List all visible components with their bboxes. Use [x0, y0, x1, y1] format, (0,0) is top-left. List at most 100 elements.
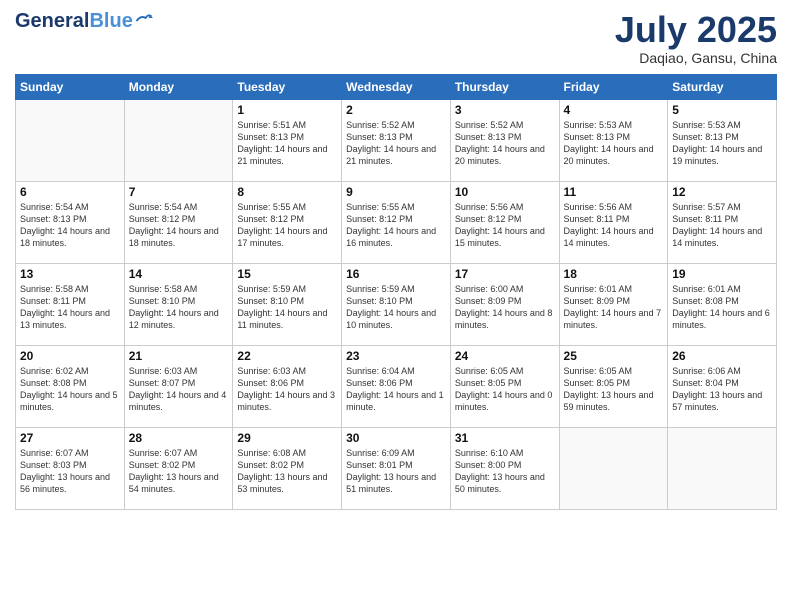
cell-info: Sunrise: 6:09 AM Sunset: 8:01 PM Dayligh… [346, 447, 446, 496]
cell-info: Sunrise: 5:57 AM Sunset: 8:11 PM Dayligh… [672, 201, 772, 250]
day-number: 11 [564, 185, 664, 199]
day-number: 20 [20, 349, 120, 363]
calendar-cell: 23Sunrise: 6:04 AM Sunset: 8:06 PM Dayli… [342, 345, 451, 427]
calendar-cell: 3 Sunrise: 5:52 AM Sunset: 8:13 PM Daylig… [450, 99, 559, 181]
weekday-header: Monday [124, 74, 233, 99]
weekday-header-row: SundayMondayTuesdayWednesdayThursdayFrid… [16, 74, 777, 99]
location-subtitle: Daqiao, Gansu, China [615, 50, 777, 66]
cell-info: Sunrise: 5:54 AM Sunset: 8:12 PM Dayligh… [129, 201, 229, 250]
calendar-week-row: 20 Sunrise: 6:02 AM Sunset: 8:08 PM Dayli… [16, 345, 777, 427]
calendar-cell: 14 Sunrise: 5:58 AM Sunset: 8:10 PM Dayli… [124, 263, 233, 345]
calendar-cell: 15Sunrise: 5:59 AM Sunset: 8:10 PM Dayli… [233, 263, 342, 345]
calendar-cell [124, 99, 233, 181]
weekday-header: Sunday [16, 74, 125, 99]
calendar-week-row: 13Sunrise: 5:58 AM Sunset: 8:11 PM Dayli… [16, 263, 777, 345]
cell-info: Sunrise: 5:52 AM Sunset: 8:13 PM Dayligh… [346, 119, 446, 168]
day-number: 7 [129, 185, 229, 199]
weekday-header: Wednesday [342, 74, 451, 99]
weekday-header: Friday [559, 74, 668, 99]
calendar-cell: 22 Sunrise: 6:03 AM Sunset: 8:06 PM Dayli… [233, 345, 342, 427]
calendar-cell: 25 Sunrise: 6:05 AM Sunset: 8:05 PM Dayli… [559, 345, 668, 427]
day-number: 24 [455, 349, 555, 363]
calendar-cell: 19Sunrise: 6:01 AM Sunset: 8:08 PM Dayli… [668, 263, 777, 345]
day-number: 12 [672, 185, 772, 199]
cell-info: Sunrise: 5:55 AM Sunset: 8:12 PM Dayligh… [237, 201, 337, 250]
day-number: 1 [237, 103, 337, 117]
calendar-cell: 4 Sunrise: 5:53 AM Sunset: 8:13 PM Daylig… [559, 99, 668, 181]
day-number: 29 [237, 431, 337, 445]
cell-info: Sunrise: 6:05 AM Sunset: 8:05 PM Dayligh… [564, 365, 664, 414]
calendar-cell: 13Sunrise: 5:58 AM Sunset: 8:11 PM Dayli… [16, 263, 125, 345]
cell-info: Sunrise: 6:03 AM Sunset: 8:07 PM Dayligh… [129, 365, 229, 414]
weekday-header: Saturday [668, 74, 777, 99]
day-number: 21 [129, 349, 229, 363]
calendar-cell [16, 99, 125, 181]
day-number: 25 [564, 349, 664, 363]
cell-info: Sunrise: 5:58 AM Sunset: 8:10 PM Dayligh… [129, 283, 229, 332]
day-number: 2 [346, 103, 446, 117]
cell-info: Sunrise: 6:01 AM Sunset: 8:08 PM Dayligh… [672, 283, 772, 332]
calendar-cell: 24 Sunrise: 6:05 AM Sunset: 8:05 PM Dayli… [450, 345, 559, 427]
calendar-cell: 7 Sunrise: 5:54 AM Sunset: 8:12 PM Daylig… [124, 181, 233, 263]
day-number: 28 [129, 431, 229, 445]
calendar-cell: 28Sunrise: 6:07 AM Sunset: 8:02 PM Dayli… [124, 427, 233, 509]
cell-info: Sunrise: 5:59 AM Sunset: 8:10 PM Dayligh… [237, 283, 337, 332]
cell-info: Sunrise: 5:53 AM Sunset: 8:13 PM Dayligh… [564, 119, 664, 168]
calendar-cell: 18Sunrise: 6:01 AM Sunset: 8:09 PM Dayli… [559, 263, 668, 345]
calendar-week-row: 6 Sunrise: 5:54 AM Sunset: 8:13 PM Daylig… [16, 181, 777, 263]
calendar-cell [668, 427, 777, 509]
calendar-cell: 30Sunrise: 6:09 AM Sunset: 8:01 PM Dayli… [342, 427, 451, 509]
calendar-cell: 2 Sunrise: 5:52 AM Sunset: 8:13 PM Daylig… [342, 99, 451, 181]
calendar-week-row: 1 Sunrise: 5:51 AM Sunset: 8:13 PM Daylig… [16, 99, 777, 181]
day-number: 23 [346, 349, 446, 363]
cell-info: Sunrise: 6:08 AM Sunset: 8:02 PM Dayligh… [237, 447, 337, 496]
day-number: 9 [346, 185, 446, 199]
header: GeneralBlue July 2025 Daqiao, Gansu, Chi… [15, 10, 777, 66]
cell-info: Sunrise: 5:54 AM Sunset: 8:13 PM Dayligh… [20, 201, 120, 250]
day-number: 6 [20, 185, 120, 199]
day-number: 14 [129, 267, 229, 281]
logo-text: GeneralBlue [15, 10, 133, 32]
day-number: 31 [455, 431, 555, 445]
day-number: 10 [455, 185, 555, 199]
calendar-cell: 31 Sunrise: 6:10 AM Sunset: 8:00 PM Dayli… [450, 427, 559, 509]
calendar-cell: 6 Sunrise: 5:54 AM Sunset: 8:13 PM Daylig… [16, 181, 125, 263]
calendar-cell: 1 Sunrise: 5:51 AM Sunset: 8:13 PM Daylig… [233, 99, 342, 181]
day-number: 8 [237, 185, 337, 199]
cell-info: Sunrise: 6:03 AM Sunset: 8:06 PM Dayligh… [237, 365, 337, 414]
calendar-cell: 12 Sunrise: 5:57 AM Sunset: 8:11 PM Dayli… [668, 181, 777, 263]
cell-info: Sunrise: 5:56 AM Sunset: 8:11 PM Dayligh… [564, 201, 664, 250]
weekday-header: Thursday [450, 74, 559, 99]
cell-info: Sunrise: 5:55 AM Sunset: 8:12 PM Dayligh… [346, 201, 446, 250]
calendar: SundayMondayTuesdayWednesdayThursdayFrid… [15, 74, 777, 510]
calendar-cell: 10Sunrise: 5:56 AM Sunset: 8:12 PM Dayli… [450, 181, 559, 263]
calendar-cell: 29 Sunrise: 6:08 AM Sunset: 8:02 PM Dayli… [233, 427, 342, 509]
day-number: 4 [564, 103, 664, 117]
calendar-cell: 8 Sunrise: 5:55 AM Sunset: 8:12 PM Daylig… [233, 181, 342, 263]
day-number: 27 [20, 431, 120, 445]
calendar-cell: 27 Sunrise: 6:07 AM Sunset: 8:03 PM Dayli… [16, 427, 125, 509]
day-number: 16 [346, 267, 446, 281]
calendar-cell: 17Sunrise: 6:00 AM Sunset: 8:09 PM Dayli… [450, 263, 559, 345]
day-number: 22 [237, 349, 337, 363]
calendar-cell: 21 Sunrise: 6:03 AM Sunset: 8:07 PM Dayli… [124, 345, 233, 427]
cell-info: Sunrise: 5:51 AM Sunset: 8:13 PM Dayligh… [237, 119, 337, 168]
calendar-cell: 11 Sunrise: 5:56 AM Sunset: 8:11 PM Dayli… [559, 181, 668, 263]
calendar-cell: 5Sunrise: 5:53 AM Sunset: 8:13 PM Daylig… [668, 99, 777, 181]
calendar-cell: 20 Sunrise: 6:02 AM Sunset: 8:08 PM Dayli… [16, 345, 125, 427]
cell-info: Sunrise: 6:05 AM Sunset: 8:05 PM Dayligh… [455, 365, 555, 414]
cell-info: Sunrise: 5:52 AM Sunset: 8:13 PM Dayligh… [455, 119, 555, 168]
cell-info: Sunrise: 6:10 AM Sunset: 8:00 PM Dayligh… [455, 447, 555, 496]
month-title: July 2025 [615, 10, 777, 50]
cell-info: Sunrise: 6:07 AM Sunset: 8:03 PM Dayligh… [20, 447, 120, 496]
calendar-week-row: 27 Sunrise: 6:07 AM Sunset: 8:03 PM Dayli… [16, 427, 777, 509]
day-number: 18 [564, 267, 664, 281]
cell-info: Sunrise: 6:02 AM Sunset: 8:08 PM Dayligh… [20, 365, 120, 414]
day-number: 5 [672, 103, 772, 117]
title-block: July 2025 Daqiao, Gansu, China [615, 10, 777, 66]
logo-icon [135, 12, 153, 30]
calendar-cell: 9 Sunrise: 5:55 AM Sunset: 8:12 PM Daylig… [342, 181, 451, 263]
calendar-cell [559, 427, 668, 509]
day-number: 17 [455, 267, 555, 281]
day-number: 3 [455, 103, 555, 117]
